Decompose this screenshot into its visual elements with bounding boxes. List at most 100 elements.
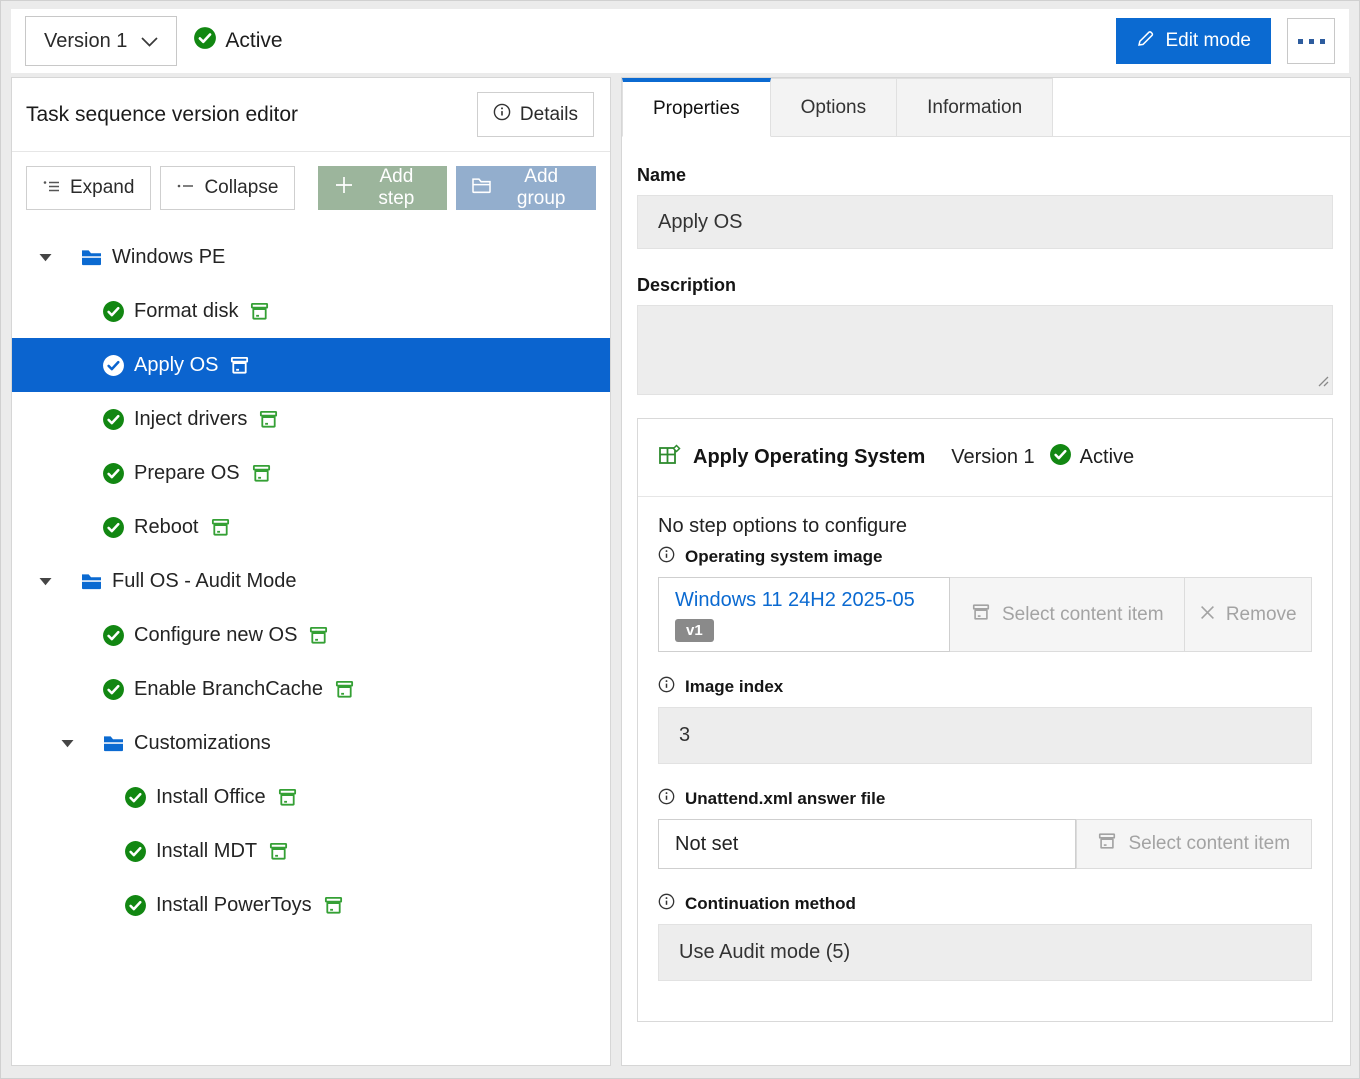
tree-step-inject-drivers[interactable]: Inject drivers <box>12 392 610 446</box>
top-bar: Version 1 Active Edit mode <box>11 9 1349 73</box>
image-index-field[interactable]: 3 <box>658 707 1312 764</box>
expand-all-label: Expand <box>70 177 134 199</box>
add-step-label: Add step <box>362 166 430 210</box>
tree-item-label: Full OS - Audit Mode <box>112 570 297 593</box>
folder-icon <box>471 177 492 200</box>
tree-item-label: Configure new OS <box>134 624 297 647</box>
collapse-all-label: Collapse <box>204 177 278 199</box>
os-image-remove-button[interactable]: Remove <box>1185 577 1312 652</box>
tree-step-install-powertoys[interactable]: Install PowerToys <box>12 878 610 932</box>
tree-group-customizations[interactable]: Customizations <box>12 716 610 770</box>
info-icon <box>658 546 675 568</box>
properties-form: Name Apply OS Description Apply Operatin… <box>622 137 1350 1022</box>
version-dropdown[interactable]: Version 1 <box>25 16 177 66</box>
step-box-icon <box>229 355 250 376</box>
check-circle-icon <box>124 894 147 917</box>
collapse-all-button[interactable]: Collapse <box>160 166 295 210</box>
chevron-down-icon <box>39 253 53 262</box>
step-box-icon <box>249 301 270 322</box>
check-circle-icon <box>124 840 147 863</box>
unattend-select-content-label: Select content item <box>1128 833 1290 855</box>
name-field-value: Apply OS <box>658 211 742 234</box>
resize-handle-icon[interactable] <box>1316 374 1329 392</box>
tree-step-install-office[interactable]: Install Office <box>12 770 610 824</box>
step-box-icon <box>334 679 355 700</box>
tree-item-label: Enable BranchCache <box>134 678 323 701</box>
task-sequence-editor-window: Version 1 Active Edit mode Task sequence… <box>0 0 1360 1079</box>
no-step-options-text: No step options to configure <box>658 515 1312 538</box>
chevron-down-icon <box>39 577 53 586</box>
close-icon <box>1200 604 1215 626</box>
check-circle-icon <box>193 26 217 56</box>
step-type-version: Version 1 <box>951 446 1034 469</box>
tree-item-label: Windows PE <box>112 246 225 269</box>
name-field[interactable]: Apply OS <box>637 195 1333 249</box>
details-button-label: Details <box>520 104 578 126</box>
tree-step-reboot[interactable]: Reboot <box>12 500 610 554</box>
expand-all-button[interactable]: Expand <box>26 166 151 210</box>
content-box-icon <box>971 602 991 628</box>
active-status-badge: Active <box>193 26 282 56</box>
version-dropdown-label: Version 1 <box>44 30 127 53</box>
description-field-wrap: Description <box>637 275 1333 400</box>
unattend-select-content-button[interactable]: Select content item <box>1076 819 1312 869</box>
step-type-card: Apply Operating System Version 1 Active … <box>637 418 1333 1022</box>
step-box-icon <box>251 463 272 484</box>
step-type-card-body: No step options to configure Operating s… <box>638 497 1332 1021</box>
details-button[interactable]: Details <box>477 92 594 137</box>
tree-item-label: Reboot <box>134 516 199 539</box>
chevron-down-icon <box>61 739 75 748</box>
step-box-icon <box>277 787 298 808</box>
os-image-link[interactable]: Windows 11 24H2 2025-05 <box>675 589 915 612</box>
description-field[interactable] <box>637 305 1333 395</box>
os-image-select-content-label: Select content item <box>1002 604 1164 626</box>
content-box-icon <box>1097 831 1117 857</box>
image-index-label-row: Image index <box>658 676 1312 698</box>
tree-step-apply-os[interactable]: Apply OS <box>12 338 610 392</box>
tab-properties[interactable]: Properties <box>622 78 771 137</box>
check-circle-icon <box>102 408 125 431</box>
tab-information[interactable]: Information <box>897 78 1053 136</box>
tree-group-full-os-audit-mode[interactable]: Full OS - Audit Mode <box>12 554 610 608</box>
tree-item-label: Apply OS <box>134 354 218 377</box>
expand-icon <box>43 177 61 199</box>
check-circle-icon <box>124 786 147 809</box>
left-panel-header: Task sequence version editor Details <box>12 78 610 152</box>
os-image-select-content-button[interactable]: Select content item <box>950 577 1185 652</box>
info-icon <box>658 788 675 810</box>
check-circle-icon <box>102 462 125 485</box>
tab-options[interactable]: Options <box>771 78 897 136</box>
tree-group-windows-pe[interactable]: Windows PE <box>12 230 610 284</box>
tree-step-configure-new-os[interactable]: Configure new OS <box>12 608 610 662</box>
tree-step-prepare-os[interactable]: Prepare OS <box>12 446 610 500</box>
tree-item-label: Customizations <box>134 732 271 755</box>
add-group-label: Add group <box>501 166 581 210</box>
app-window-icon <box>658 444 681 472</box>
tree-item-label: Format disk <box>134 300 238 323</box>
tree-item-label: Install Office <box>156 786 266 809</box>
check-circle-icon <box>102 300 125 323</box>
image-index-value: 3 <box>679 724 690 747</box>
tree-step-enable-branchcache[interactable]: Enable BranchCache <box>12 662 610 716</box>
tree-toolbar: Expand Collapse Add step Add group <box>12 152 610 224</box>
step-box-icon <box>258 409 279 430</box>
tree-step-install-mdt[interactable]: Install MDT <box>12 824 610 878</box>
os-image-label: Operating system image <box>685 547 882 567</box>
tree-item-label: Install MDT <box>156 840 257 863</box>
continuation-label-row: Continuation method <box>658 893 1312 915</box>
collapse-icon <box>177 177 195 199</box>
add-group-button[interactable]: Add group <box>456 166 596 210</box>
unattend-value: Not set <box>675 833 738 856</box>
edit-mode-button[interactable]: Edit mode <box>1116 18 1271 64</box>
name-field-label: Name <box>637 165 1333 186</box>
add-step-button[interactable]: Add step <box>318 166 447 210</box>
tree-step-format-disk[interactable]: Format disk <box>12 284 610 338</box>
tree-item-label: Inject drivers <box>134 408 247 431</box>
task-tree: Windows PE Format disk Apply OS Inject driv… <box>12 224 610 932</box>
continuation-field[interactable]: Use Audit mode (5) <box>658 924 1312 981</box>
page-title: Task sequence version editor <box>26 103 298 127</box>
more-actions-button[interactable] <box>1287 18 1335 64</box>
ellipsis-icon <box>1298 39 1325 44</box>
os-image-row: Windows 11 24H2 2025-05 v1 Select conten… <box>658 577 1312 652</box>
check-circle-icon <box>102 678 125 701</box>
